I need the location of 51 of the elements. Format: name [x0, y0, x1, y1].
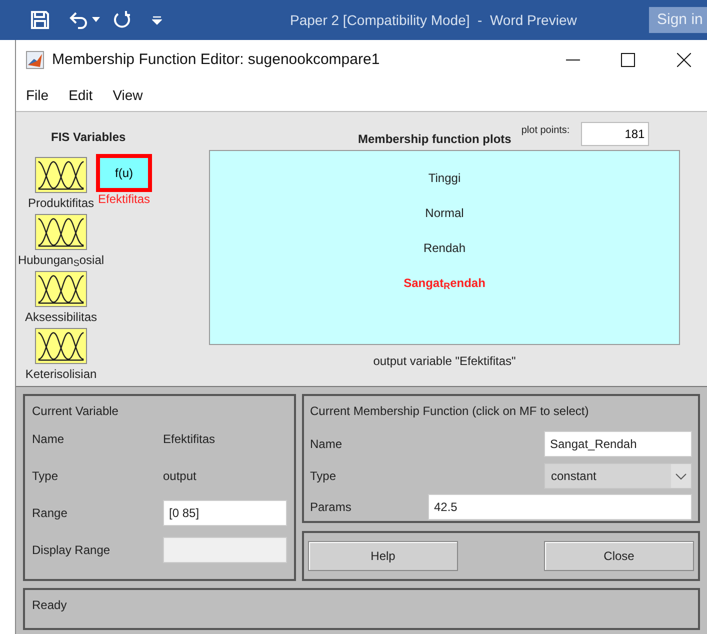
variable-label: Efektifitas [98, 192, 150, 206]
field-label: Range [32, 504, 68, 522]
plot-caption: output variable "Efektifitas" [372, 353, 517, 370]
field-value: Efektifitas [163, 430, 216, 448]
membership-function-label[interactable]: Sangat$_{R}$endah [404, 276, 486, 291]
membership-function-label[interactable]: Normal [425, 206, 464, 221]
menu-item[interactable]: View [112, 85, 143, 106]
close-icon[interactable] [677, 53, 691, 67]
membership-curves-icon[interactable] [35, 328, 87, 364]
variable-label: Hubungan$_{S}$osial [18, 253, 104, 267]
plot-points-field[interactable]: 181 [580, 122, 649, 146]
caret-icon[interactable] [92, 17, 100, 23]
panel-title: Current Membership Function (click on MF to select) [310, 403, 590, 420]
field-label: Name [32, 430, 66, 448]
membership-function-label[interactable]: Tinggi [428, 171, 461, 186]
membership-function-label[interactable]: Rendah [423, 241, 466, 256]
type-dropdown[interactable]: constant [544, 462, 692, 488]
status-text: Ready [32, 598, 67, 612]
customize-icon[interactable] [152, 15, 162, 25]
membership-curves-icon[interactable] [35, 271, 87, 307]
plot-title: Membership function plots [358, 131, 512, 148]
output-function-block[interactable]: f(u) [96, 154, 152, 192]
field-label: Type [32, 468, 60, 484]
document-title: Paper 2 [Compatibility Mode] - Word Preview [290, 10, 577, 30]
dialog-button[interactable]: Help [308, 541, 458, 571]
variable-label: Keterisolisian [25, 367, 97, 381]
input-field[interactable]: [0 85] [163, 500, 287, 526]
variable-label: Aksessibilitas [24, 310, 98, 324]
field-label: Display Range [32, 542, 112, 558]
section-title: FIS Variables [51, 129, 127, 146]
field-label: Params [310, 499, 352, 516]
redo-icon[interactable] [112, 10, 132, 30]
input-field[interactable]: 42.5 [428, 494, 692, 520]
save-icon[interactable] [30, 10, 50, 30]
panel-title: Current Variable [32, 403, 120, 420]
membership-curves-icon[interactable] [35, 157, 87, 193]
menu-item[interactable]: Edit [68, 85, 93, 106]
field-value: output [163, 468, 196, 484]
field-label: Name [310, 436, 342, 453]
dialog-button[interactable]: Close [544, 541, 694, 571]
chevron-down-icon [671, 464, 691, 488]
undo-icon[interactable] [68, 10, 90, 30]
window-title: Membership Function Editor: sugenookcompare1 [52, 50, 380, 70]
field-label: Type [310, 468, 336, 484]
input-field[interactable]: Sangat_Rendah [544, 430, 692, 457]
menu-item[interactable]: File [26, 85, 49, 106]
variable-label: Produktifitas [28, 196, 94, 210]
maximize-icon[interactable] [621, 53, 635, 67]
app-logo-icon [26, 51, 44, 69]
plot-points-label: plot points: [521, 124, 570, 138]
membership-curves-icon[interactable] [35, 214, 87, 250]
